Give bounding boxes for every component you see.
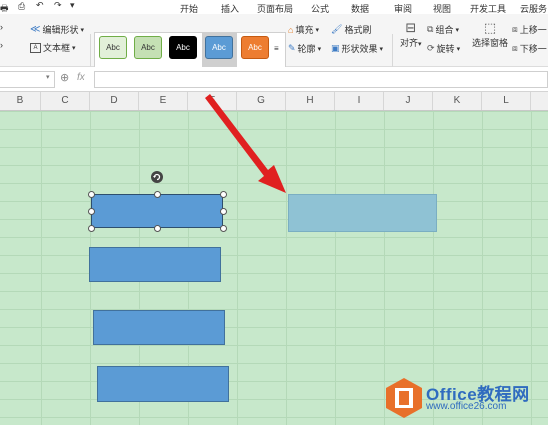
bring-forward-icon: ⧈ [512,24,518,34]
send-backward-button[interactable]: ⧈ 下移一 [512,42,547,55]
chevron-down-icon: ▾ [72,44,76,52]
column-header-L[interactable]: L [482,92,531,110]
text-box-icon: A [30,42,41,53]
column-header-C[interactable]: C [41,92,90,110]
resize-handle-bottom-left[interactable] [88,225,95,232]
chevron-down-icon: ▾ [379,45,384,53]
resize-handle-bottom[interactable] [154,225,161,232]
formula-bar: ▾ ⊕ fx [0,67,548,92]
office-logo-icon [386,378,422,418]
shape-effects-button[interactable]: ▣ 形状效果 ▾ [331,42,383,55]
preview-icon[interactable]: ⎙ [18,1,25,12]
column-header-D[interactable]: D [90,92,139,110]
ribbon-left-arrow2-icon[interactable]: › [0,40,3,50]
column-header-J[interactable]: J [384,92,433,110]
format-brush-icon: 🖌 [331,24,343,34]
shape-style-swatch-2[interactable]: Abc [134,36,162,59]
bring-forward-button[interactable]: ⧈ 上移一 [512,23,547,36]
shape-style-swatch-1[interactable]: Abc [99,36,127,59]
chevron-down-icon: ▾ [315,26,319,34]
resize-handle-top-left[interactable] [88,191,95,198]
quick-access-dropdown-icon[interactable]: ▾ [70,0,75,11]
chevron-down-icon: ▾ [418,41,422,48]
rotate-icon: ⟳ [427,43,435,53]
resize-handle-left[interactable] [88,208,95,215]
edit-shape-icon: ≪ [30,24,41,35]
send-backward-icon: ⧈ [512,43,518,53]
shape-style-swatch-5[interactable]: Abc [241,36,269,59]
outline-icon: ✎ [288,43,296,53]
column-header-K[interactable]: K [433,92,482,110]
zoom-icon[interactable]: ⊕ [60,71,69,84]
group-icon: ⧉ [427,24,434,34]
ghost-rectangle-preview [288,194,437,232]
resize-handle-top[interactable] [154,191,161,198]
rectangle-shape-4[interactable] [97,366,229,402]
column-header-B[interactable]: B [0,92,41,110]
shape-style-swatch-4[interactable]: Abc [205,36,233,59]
selection-pane-button[interactable]: ⬚ 选择窗格 [472,20,508,49]
rotate-handle-icon[interactable] [150,170,164,184]
chevron-down-icon: ▾ [80,26,84,34]
resize-handle-right[interactable] [220,208,227,215]
fill-button[interactable]: ⌂ 填充 ▾ [288,23,319,36]
outline-button[interactable]: ✎ 轮廓 ▾ [288,42,321,55]
edit-shape-button[interactable]: ≪ 编辑形状 ▾ [30,23,84,36]
formula-input[interactable] [94,71,548,88]
text-box-button[interactable]: A 文本框 ▾ [30,41,76,54]
menu-bar: 🖶 ⎙ ↶ ↷ ▾ 开始 插入 页面布局 公式 数据 审阅 视图 开发工具 云服… [0,0,548,14]
undo-icon[interactable]: ↶ [36,0,44,11]
align-icon: ⊟ [405,20,417,35]
red-arrow-icon [205,94,286,193]
watermark-url: www.office26.com [426,401,507,412]
column-header-I[interactable]: I [335,92,384,110]
selection-pane-icon: ⬚ [483,20,497,35]
column-header-E[interactable]: E [139,92,188,110]
chevron-down-icon: ▾ [456,45,461,53]
rectangle-shape-3[interactable] [93,310,225,345]
redo-icon[interactable]: ↷ [54,0,62,11]
group-button[interactable]: ⧉ 组合 ▾ [427,23,459,36]
ribbon-left-arrow-icon[interactable]: › [0,22,3,32]
shape-style-swatch-3[interactable]: Abc [169,36,197,59]
name-box-dropdown-icon[interactable]: ▾ [46,73,50,81]
gallery-more-icon[interactable]: ≡ [274,44,279,53]
fill-bucket-icon: ⌂ [288,24,294,35]
rotate-button[interactable]: ⟳ 旋转 ▾ [427,42,460,55]
fx-icon[interactable]: fx [77,72,85,83]
resize-handle-bottom-right[interactable] [220,225,227,232]
rectangle-shape-2[interactable] [89,247,221,282]
align-button[interactable]: ⊟ 对齐▾ [400,20,422,49]
chevron-down-icon: ▾ [455,26,459,34]
ribbon: › › ≪ 编辑形状 ▾ A 文本框 ▾ Abc Abc Abc Abc Abc… [0,14,548,76]
format-brush-button[interactable]: 🖌 格式刷 [331,23,371,36]
shape-effects-icon: ▣ [331,43,340,53]
chevron-down-icon: ▾ [317,45,322,53]
